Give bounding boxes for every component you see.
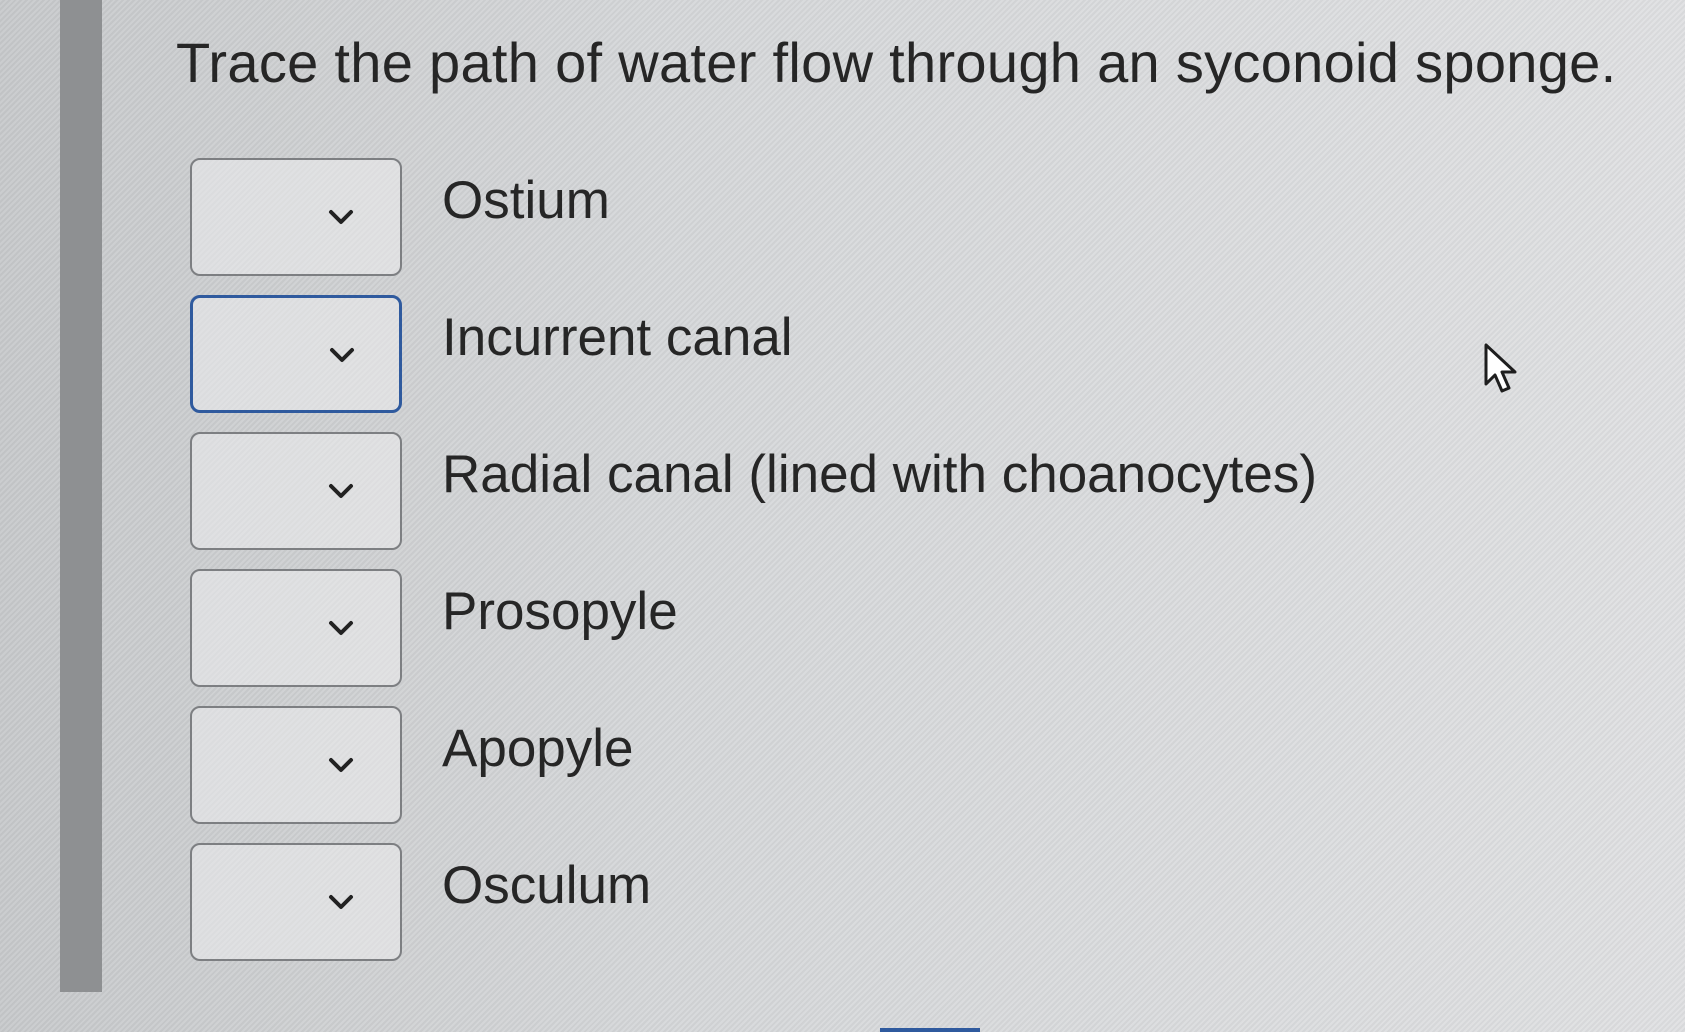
order-dropdown-incurrent-canal[interactable] — [190, 295, 402, 413]
step-label-ostium: Ostium — [442, 171, 610, 230]
order-dropdown-prosopyle[interactable] — [190, 569, 402, 687]
question-title: Trace the path of water flow through an … — [176, 31, 1617, 94]
step-label-prosopyle: Prosopyle — [442, 582, 678, 641]
mouse-cursor-icon — [1482, 342, 1520, 396]
order-dropdown-apopyle[interactable] — [190, 706, 402, 824]
order-dropdown-ostium[interactable] — [190, 158, 402, 276]
step-label-incurrent-canal: Incurrent canal — [442, 308, 793, 367]
chevron-down-icon — [328, 482, 354, 500]
step-label-osculum: Osculum — [442, 856, 652, 915]
chevron-down-icon — [328, 208, 354, 226]
step-label-radial-canal: Radial canal (lined with choanocytes) — [442, 445, 1317, 504]
order-dropdown-radial-canal[interactable] — [190, 432, 402, 550]
step-label-apopyle: Apopyle — [442, 719, 634, 778]
left-sidebar-strip — [60, 0, 102, 992]
chevron-down-icon — [328, 893, 354, 911]
chevron-down-icon — [328, 756, 354, 774]
chevron-down-icon — [328, 619, 354, 637]
order-dropdown-osculum[interactable] — [190, 843, 402, 961]
bottom-accent-bar — [880, 1028, 980, 1032]
chevron-down-icon — [329, 346, 355, 364]
